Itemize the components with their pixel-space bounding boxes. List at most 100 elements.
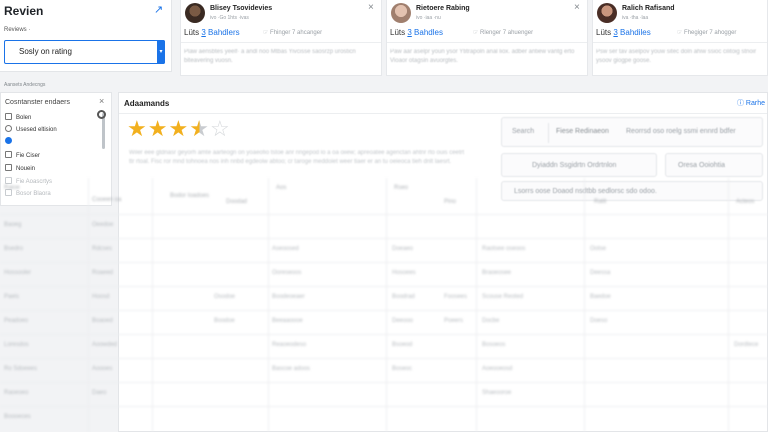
option-label: Dyiaddn Ssgidrtn Ordrtnlon [532,162,617,169]
card-divider [387,42,587,43]
sort-dropdown[interactable]: Sosly on rating ▾ [4,40,165,64]
star-rating[interactable]: ★★★★☆ [127,116,231,142]
table-cell: Daeo [92,390,107,396]
table-row[interactable]: Baoeg Oeedoe [0,214,768,238]
filter-option[interactable]: Fie Ciser [5,151,40,159]
reviewer-name: Ralich Rafisand [622,5,675,12]
external-link-icon[interactable]: ↗ [154,4,166,16]
search-bar[interactable]: Search Fiese Redinaeon Reorrsd oso roelg… [501,117,763,147]
table-cell: Oeedoe [92,222,114,228]
table-cell: Bascoe adoos [272,366,311,372]
filter-option[interactable]: Nouein [5,164,35,172]
review-panel: Revien ↗ Reviews · Sosly on rating ▾ [0,0,172,72]
column-header[interactable]: Aos [276,184,286,192]
likes-link[interactable]: Lüts 3 Bahdles [390,28,443,37]
option-label: Oresa Ooiohtia [678,162,726,169]
chevron-down-icon[interactable]: ▾ [157,40,165,64]
table-cell: Boooeces [4,414,31,420]
table-cell: Raoeoeo [4,390,29,396]
search-label: Search [512,128,535,135]
star-icon[interactable]: ★ [168,116,189,141]
close-icon[interactable]: × [368,2,374,13]
card-action[interactable]: ☞ Fhegiger 7 ahogger [677,29,736,36]
table-cell: Loresdos [4,342,29,348]
table-cell: Ootse [590,246,607,252]
close-icon[interactable]: × [99,96,104,106]
column-header[interactable]: Pino [444,198,456,206]
column-header[interactable]: Doodad [226,198,247,206]
card-divider [181,42,381,43]
star-outline-icon[interactable]: ☆ [210,116,231,141]
reviewer-card[interactable]: Blisey Tsovidevies ivo ·Go 1hts ·ivas × … [180,0,382,76]
table-cell: Bosoeos [482,342,506,348]
table-cell: Boodrad [392,294,415,300]
card-action[interactable]: ☞ Fhinger 7 ahcanger [263,29,322,36]
table-cell: Aoowded [92,342,118,348]
table-cell: Shaeooroe [482,390,512,396]
reviewer-meta: ivo ·iaa ·nu [416,15,441,21]
table-row[interactable]: Hossooler Roaeed Ooreseoos Hosoees Braoeosee… [0,262,768,286]
likes-link[interactable]: Lüts 3 Bahdiles [596,28,651,37]
table-row[interactable]: Loresdos Aoowded Reaoeodeso Bsoeod Bosoeos Do… [0,334,768,358]
table-row[interactable]: Peadoeo Boaoed Boodoe Beeaaoooe Deeooo Poeers… [0,310,768,334]
likes-link[interactable]: Lüts 3 Bahdlers [184,28,240,37]
radio-knob-icon[interactable] [97,110,106,119]
filter-option[interactable]: Bolen [5,113,31,121]
reviewer-meta: iva ·tha ·laa [622,15,649,21]
sort-value: Sosly on rating [19,47,72,56]
option-button[interactable]: Dyiaddn Ssgidrtn Ordrtnlon [501,153,657,177]
reviewer-card[interactable]: Ralich Rafisand iva ·tha ·laa Lüts 3 Bah… [592,0,768,76]
table-cell: Deeooo [392,318,414,324]
reviewer-name: Rietoere Rabing [416,5,470,12]
table-cell: Aoooes [92,366,113,372]
main-title: Adaamands [124,99,170,108]
filter-label[interactable]: Fiese Redinaeon [556,128,609,135]
avatar [597,3,617,23]
table-cell: Peadoeo [4,318,29,324]
card-divider [593,42,767,43]
card-action[interactable]: ☞ Rlenger 7 ahuenger [473,29,533,36]
table-row[interactable]: Bsedro Rdcses Aseoosed Doeaeo Raotsee oseoos… [0,238,768,262]
review-text: Paw aar aselpr youn ysor Ytitrapoln anal… [390,49,575,64]
table-row[interactable]: Ro Sdoeees Aoooes Bascoe adoos Boseoc Aoeooe… [0,358,768,382]
close-icon[interactable]: × [574,2,580,13]
description: Wiler eee gtdnasr geyorh amte aarteogn o… [129,150,465,165]
table-cell: Boaoed [92,318,113,324]
column-header[interactable]: Cooeen oa [92,196,121,204]
table-cell: Baoeg [4,222,22,228]
review-title: Revien [4,4,44,18]
filter-note: Reorrsd oso roelg ssmi ennrd bdfer [626,128,736,135]
column-header[interactable]: Acteos [736,198,754,206]
table-cell: Rdcses [92,246,113,252]
star-icon[interactable]: ★ [127,116,148,141]
reviews-table: Raioe Cooeen oa Bodor Ioadoes Doodad Aos… [0,178,768,432]
table-cell: Dordtece [734,342,759,348]
info-link[interactable]: ⓘ Rarhe [737,98,765,108]
radio-icon [5,125,12,132]
table-cell: Osodoe [214,294,236,300]
table-cell: Hosoees [392,270,416,276]
star-icon[interactable]: ★ [148,116,169,141]
table-cell: Paeis [4,294,20,300]
table-row[interactable]: Paeis Hoosd Osodoe Boodeoeaer Boodrad Foosees… [0,286,768,310]
column-header[interactable]: Bodor Ioadoes [170,192,210,200]
column-header[interactable]: Rseo [394,184,408,192]
column-header[interactable]: Raioe [4,184,20,192]
table-cell: Hossooler [4,270,32,276]
divider [548,123,549,143]
table-row[interactable]: Boooeces [0,406,768,430]
option-button[interactable]: Oresa Ooiohtia [665,153,763,177]
table-cell: Scouse Reoted [482,294,524,300]
reviewer-card[interactable]: Rietoere Rabing ivo ·iaa ·nu × Lüts 3 Ba… [386,0,588,76]
table-row[interactable]: Raoeoeo Daeo Shaeooroe [0,382,768,406]
review-text: Plaw aensbtes yeelf· a andl noo Mtbas Yi… [184,49,356,64]
radio-selected-icon [5,137,12,144]
table-cell: Boodeoeaer [272,294,305,300]
filter-option[interactable] [5,137,16,145]
table-cell: Deessa [590,270,611,276]
table-cell: Reaoeodeso [272,342,307,348]
column-header[interactable]: Ratit [594,198,606,206]
filter-option[interactable]: Usesed eltision [5,125,57,133]
half-star-icon[interactable]: ★ [189,116,210,141]
avatar [185,3,205,23]
